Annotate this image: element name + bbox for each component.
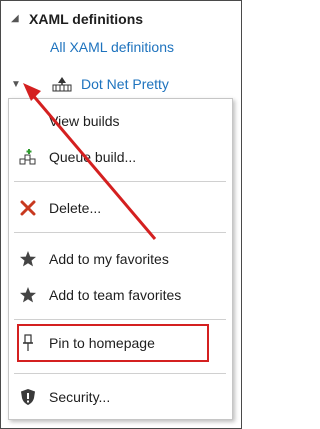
screenshot-frame: ◢ XAML definitions All XAML definitions … (0, 0, 242, 429)
menu-item-delete[interactable]: Delete... (9, 193, 232, 223)
menu-item-label: Add to team favorites (49, 287, 182, 303)
build-definition-label: Dot Net Pretty (81, 76, 169, 92)
menu-item-view-builds[interactable]: View builds (9, 106, 232, 136)
section-title: XAML definitions (29, 11, 144, 27)
shield-icon (19, 388, 37, 406)
collapse-triangle-icon[interactable]: ◢ (11, 13, 23, 25)
menu-separator (14, 319, 226, 320)
star-icon (19, 286, 37, 304)
menu-separator (14, 232, 226, 233)
menu-item-label: View builds (49, 113, 120, 129)
xaml-definitions-header[interactable]: ◢ XAML definitions (11, 8, 143, 30)
menu-separator (14, 373, 226, 374)
star-icon (19, 250, 37, 268)
all-xaml-definitions-link[interactable]: All XAML definitions (50, 39, 174, 55)
menu-item-queue-build[interactable]: Queue build... (9, 142, 232, 172)
menu-item-label: Security... (49, 389, 111, 405)
expand-triangle-icon[interactable]: ▼ (11, 79, 23, 90)
menu-item-label: Delete... (49, 200, 102, 216)
build-definition-item[interactable]: ▼ Dot Net Pretty (11, 71, 169, 97)
delete-x-icon (19, 199, 37, 217)
context-menu: View builds Queue build... Delete... Add… (8, 98, 233, 420)
queue-build-icon (19, 148, 37, 166)
menu-item-add-to-my-favorites[interactable]: Add to my favorites (9, 244, 232, 274)
build-definition-icon (52, 77, 72, 92)
menu-item-label: Queue build... (49, 149, 137, 165)
menu-item-security[interactable]: Security... (9, 382, 232, 412)
menu-separator (14, 181, 226, 182)
annotation-highlight-box (17, 324, 209, 362)
menu-item-add-to-team-favorites[interactable]: Add to team favorites (9, 280, 232, 310)
menu-item-label: Add to my favorites (49, 251, 169, 267)
